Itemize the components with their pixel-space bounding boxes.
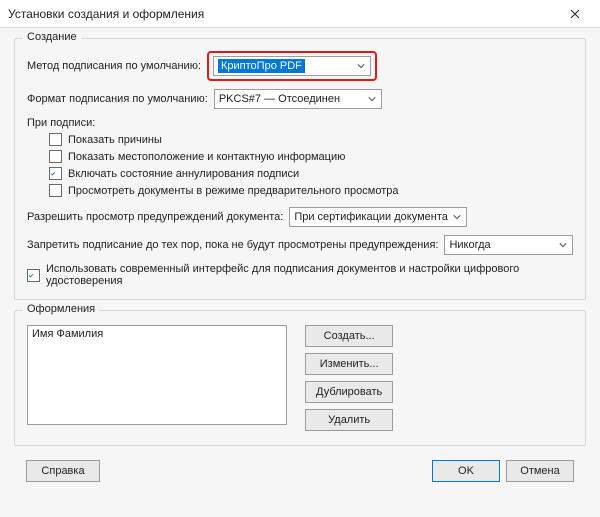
checkbox-checked-icon (49, 167, 62, 180)
duplicate-button[interactable]: Дублировать (305, 381, 393, 403)
close-icon (570, 9, 580, 19)
window-title: Установки создания и оформления (8, 7, 556, 21)
label-signing-format: Формат подписания по умолчанию: (27, 93, 208, 105)
combo-signing-format-value: PKCS#7 — Отсоединен (219, 93, 340, 105)
combo-signing-method-value: КриптоПро PDF (218, 59, 305, 73)
help-button[interactable]: Справка (26, 460, 100, 482)
check-modern-ui[interactable]: Использовать современный интерфейс для п… (27, 263, 573, 287)
title-bar: Установки создания и оформления (0, 0, 600, 28)
combo-allow-warnings[interactable]: При сертификации документа (289, 207, 467, 227)
ok-button[interactable]: OK (432, 460, 500, 482)
row-allow-warnings: Разрешить просмотр предупреждений докуме… (27, 207, 573, 227)
list-item[interactable]: Имя Фамилия (32, 328, 282, 340)
group-design-legend: Оформления (23, 303, 99, 315)
combo-allow-warnings-value: При сертификации документа (294, 211, 448, 223)
label-prohibit-signing: Запретить подписание до тех пор, пока не… (27, 239, 438, 251)
row-signing-format: Формат подписания по умолчанию: PKCS#7 —… (27, 89, 573, 109)
chevron-down-icon (450, 214, 464, 220)
group-creation: Создание Метод подписания по умолчанию: … (14, 38, 586, 300)
chevron-down-icon (556, 242, 570, 248)
label-allow-warnings: Разрешить просмотр предупреждений докуме… (27, 211, 283, 223)
combo-prohibit-signing[interactable]: Никогда (444, 235, 573, 255)
close-button[interactable] (556, 3, 594, 25)
chevron-down-icon (365, 96, 379, 102)
checkbox-checked-icon (27, 269, 40, 282)
check-preview-label: Просмотреть документы в режиме предварит… (68, 185, 399, 197)
row-prohibit-signing: Запретить подписание до тех пор, пока не… (27, 235, 573, 255)
check-include-revocation[interactable]: Включать состояние аннулирования подписи (49, 167, 573, 180)
row-signing-method: Метод подписания по умолчанию: КриптоПро… (27, 51, 573, 81)
group-design: Оформления Имя Фамилия Создать... Измени… (14, 310, 586, 446)
dialog-footer: Справка OK Отмена (14, 456, 586, 482)
check-show-reasons[interactable]: Показать причины (49, 133, 573, 146)
check-preview[interactable]: Просмотреть документы в режиме предварит… (49, 184, 573, 197)
highlight-signing-method: КриптоПро PDF (207, 51, 377, 81)
check-modern-ui-label: Использовать современный интерфейс для п… (46, 263, 573, 287)
combo-signing-method[interactable]: КриптоПро PDF (213, 56, 371, 76)
delete-button[interactable]: Удалить (305, 409, 393, 431)
list-appearances[interactable]: Имя Фамилия (27, 325, 287, 425)
check-show-location-label: Показать местоположение и контактную инф… (68, 151, 345, 163)
group-creation-legend: Создание (23, 31, 81, 43)
checkbox-icon (49, 150, 62, 163)
check-include-revocation-label: Включать состояние аннулирования подписи (68, 168, 299, 180)
edit-button[interactable]: Изменить... (305, 353, 393, 375)
design-buttons: Создать... Изменить... Дублировать Удали… (305, 325, 393, 431)
check-show-reasons-label: Показать причины (68, 134, 162, 146)
checkbox-icon (49, 133, 62, 146)
cancel-button[interactable]: Отмена (506, 460, 574, 482)
chevron-down-icon (354, 63, 368, 69)
label-signing-method: Метод подписания по умолчанию: (27, 60, 201, 72)
checkbox-icon (49, 184, 62, 197)
dialog-content: Создание Метод подписания по умолчанию: … (0, 28, 600, 490)
create-button[interactable]: Создать... (305, 325, 393, 347)
combo-prohibit-signing-value: Никогда (449, 239, 490, 251)
combo-signing-format[interactable]: PKCS#7 — Отсоединен (214, 89, 382, 109)
check-show-location[interactable]: Показать местоположение и контактную инф… (49, 150, 573, 163)
label-when-signing: При подписи: (27, 117, 573, 129)
